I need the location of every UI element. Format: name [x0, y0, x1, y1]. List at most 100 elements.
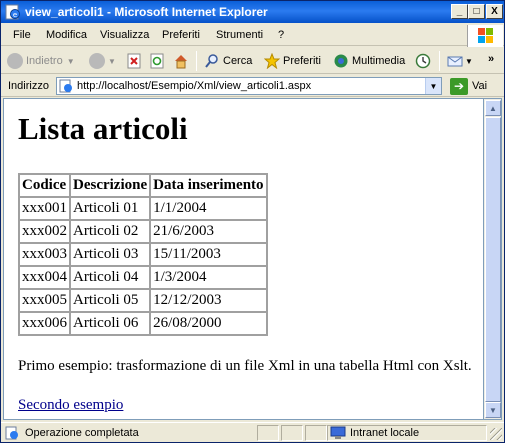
menu-visualizza[interactable]: Visualizza — [100, 29, 149, 41]
home-button[interactable] — [173, 51, 189, 71]
cell-descrizione: Articoli 04 — [70, 266, 151, 289]
favorites-label: Preferiti — [283, 55, 321, 67]
table-row: xxx003 Articoli 03 15/11/2003 — [19, 243, 267, 266]
close-button[interactable]: X — [486, 4, 503, 19]
status-bar: Operazione completata Intranet locale — [1, 422, 504, 442]
scroll-up-button[interactable]: ▲ — [485, 100, 501, 116]
go-arrow-icon: ➔ — [450, 77, 468, 95]
cell-data: 1/1/2004 — [150, 197, 267, 220]
history-button[interactable] — [415, 51, 431, 71]
security-zone-text: Intranet locale — [350, 427, 420, 439]
home-icon — [175, 55, 187, 69]
address-bar: Indirizzo http://localhost/Esempio/Xml/v… — [1, 75, 504, 97]
chevron-up-icon: ▲ — [489, 103, 497, 113]
mail-button[interactable]: ▼ — [447, 51, 473, 71]
go-label: Vai — [472, 80, 488, 92]
cell-data: 26/08/2000 — [150, 312, 267, 335]
menu-modifica[interactable]: Modifica — [46, 29, 87, 41]
menu-strumenti[interactable]: Strumenti — [216, 29, 263, 41]
table-row: xxx001 Articoli 01 1/1/2004 — [19, 197, 267, 220]
back-button[interactable]: Indietro ▼ — [7, 51, 75, 71]
address-input[interactable]: http://localhost/Esempio/Xml/view_artico… — [56, 77, 442, 95]
status-text: Operazione completata — [25, 427, 139, 439]
cell-codice: xxx002 — [19, 220, 70, 243]
back-label: Indietro — [26, 55, 63, 67]
articles-table: Codice Descrizione Data inserimento xxx0… — [18, 173, 268, 336]
stop-icon — [127, 53, 141, 69]
cell-data: 1/3/2004 — [150, 266, 267, 289]
cell-descrizione: Articoli 01 — [70, 197, 151, 220]
intranet-zone-icon — [330, 426, 346, 439]
address-url: http://localhost/Esempio/Xml/view_artico… — [77, 80, 312, 92]
table-header-row: Codice Descrizione Data inserimento — [19, 174, 267, 197]
cell-descrizione: Articoli 03 — [70, 243, 151, 266]
table-row: xxx006 Articoli 06 26/08/2000 — [19, 312, 267, 335]
scroll-down-button[interactable]: ▼ — [485, 402, 501, 418]
cell-codice: xxx001 — [19, 197, 70, 220]
column-header-data: Data inserimento — [150, 174, 267, 197]
table-row: xxx004 Articoli 04 1/3/2004 — [19, 266, 267, 289]
browser-window: e view_articoli1 - Microsoft Internet Ex… — [0, 0, 505, 443]
cell-codice: xxx006 — [19, 312, 70, 335]
window-title: view_articoli1 - Microsoft Internet Expl… — [25, 5, 268, 19]
forward-button[interactable]: ▼ — [89, 51, 116, 71]
search-button[interactable]: Cerca — [204, 51, 252, 71]
standard-toolbar: Indietro ▼ ▼ Cerca Preferiti Multimedia … — [1, 47, 504, 74]
status-panel — [257, 425, 279, 441]
multimedia-label: Multimedia — [352, 55, 406, 67]
refresh-button[interactable] — [150, 51, 164, 71]
maximize-button[interactable]: □ — [468, 4, 485, 19]
menu-file[interactable]: File — [13, 29, 31, 41]
cell-codice: xxx004 — [19, 266, 70, 289]
chevron-down-icon: ▼ — [429, 81, 438, 91]
go-button[interactable]: ➔ Vai — [450, 77, 487, 95]
toolbar-separator — [439, 51, 440, 71]
back-arrow-icon — [7, 53, 23, 69]
cell-codice: xxx005 — [19, 289, 70, 312]
menu-preferiti[interactable]: Preferiti — [162, 29, 200, 41]
forward-dropdown-icon: ▼ — [108, 56, 116, 66]
multimedia-button[interactable]: Multimedia — [333, 51, 405, 71]
ie-page-icon: e — [5, 4, 20, 20]
search-icon — [205, 54, 218, 68]
cell-descrizione: Articoli 05 — [70, 289, 151, 312]
table-row: xxx002 Articoli 02 21/6/2003 — [19, 220, 267, 243]
resize-grip[interactable] — [490, 428, 502, 440]
title-bar[interactable]: e view_articoli1 - Microsoft Internet Ex… — [1, 1, 504, 23]
forward-arrow-icon — [89, 53, 105, 69]
toolbar-overflow-button[interactable]: » — [488, 49, 494, 69]
multimedia-icon — [334, 54, 348, 68]
cell-data: 21/6/2003 — [150, 220, 267, 243]
page-body: Lista articoli Codice Descrizione Data i… — [18, 109, 472, 414]
ie-page-icon — [5, 426, 18, 440]
favorites-button[interactable]: Preferiti — [264, 51, 321, 71]
chevron-down-icon: ▼ — [489, 405, 497, 415]
cell-data: 15/11/2003 — [150, 243, 267, 266]
cell-descrizione: Articoli 06 — [70, 312, 151, 335]
column-header-codice: Codice — [19, 174, 70, 197]
toolbar-separator — [196, 51, 197, 71]
star-icon — [264, 53, 280, 69]
menu-help[interactable]: ? — [278, 29, 284, 41]
address-dropdown-button[interactable]: ▼ — [425, 78, 441, 94]
description-paragraph: Primo esempio: trasformazione di un file… — [18, 358, 472, 374]
page-viewport: Lista articoli Codice Descrizione Data i… — [3, 98, 484, 420]
windows-logo-icon — [467, 25, 503, 47]
mail-icon — [447, 56, 463, 67]
scroll-thumb[interactable] — [485, 117, 501, 402]
refresh-icon — [150, 53, 164, 69]
minimize-button[interactable]: _ — [451, 4, 468, 19]
cell-data: 12/12/2003 — [150, 289, 267, 312]
vertical-scrollbar[interactable]: ▲ ▼ — [484, 98, 502, 420]
address-label: Indirizzo — [8, 80, 49, 92]
mail-dropdown-icon: ▼ — [465, 56, 473, 66]
ie-page-icon — [59, 79, 72, 93]
table-row: xxx005 Articoli 05 12/12/2003 — [19, 289, 267, 312]
column-header-descrizione: Descrizione — [70, 174, 151, 197]
history-icon — [415, 53, 431, 69]
secondo-esempio-link[interactable]: Secondo esempio — [18, 397, 123, 414]
stop-button[interactable] — [127, 51, 141, 71]
svg-text:e: e — [13, 11, 17, 19]
status-panel — [281, 425, 303, 441]
status-panel — [305, 425, 327, 441]
